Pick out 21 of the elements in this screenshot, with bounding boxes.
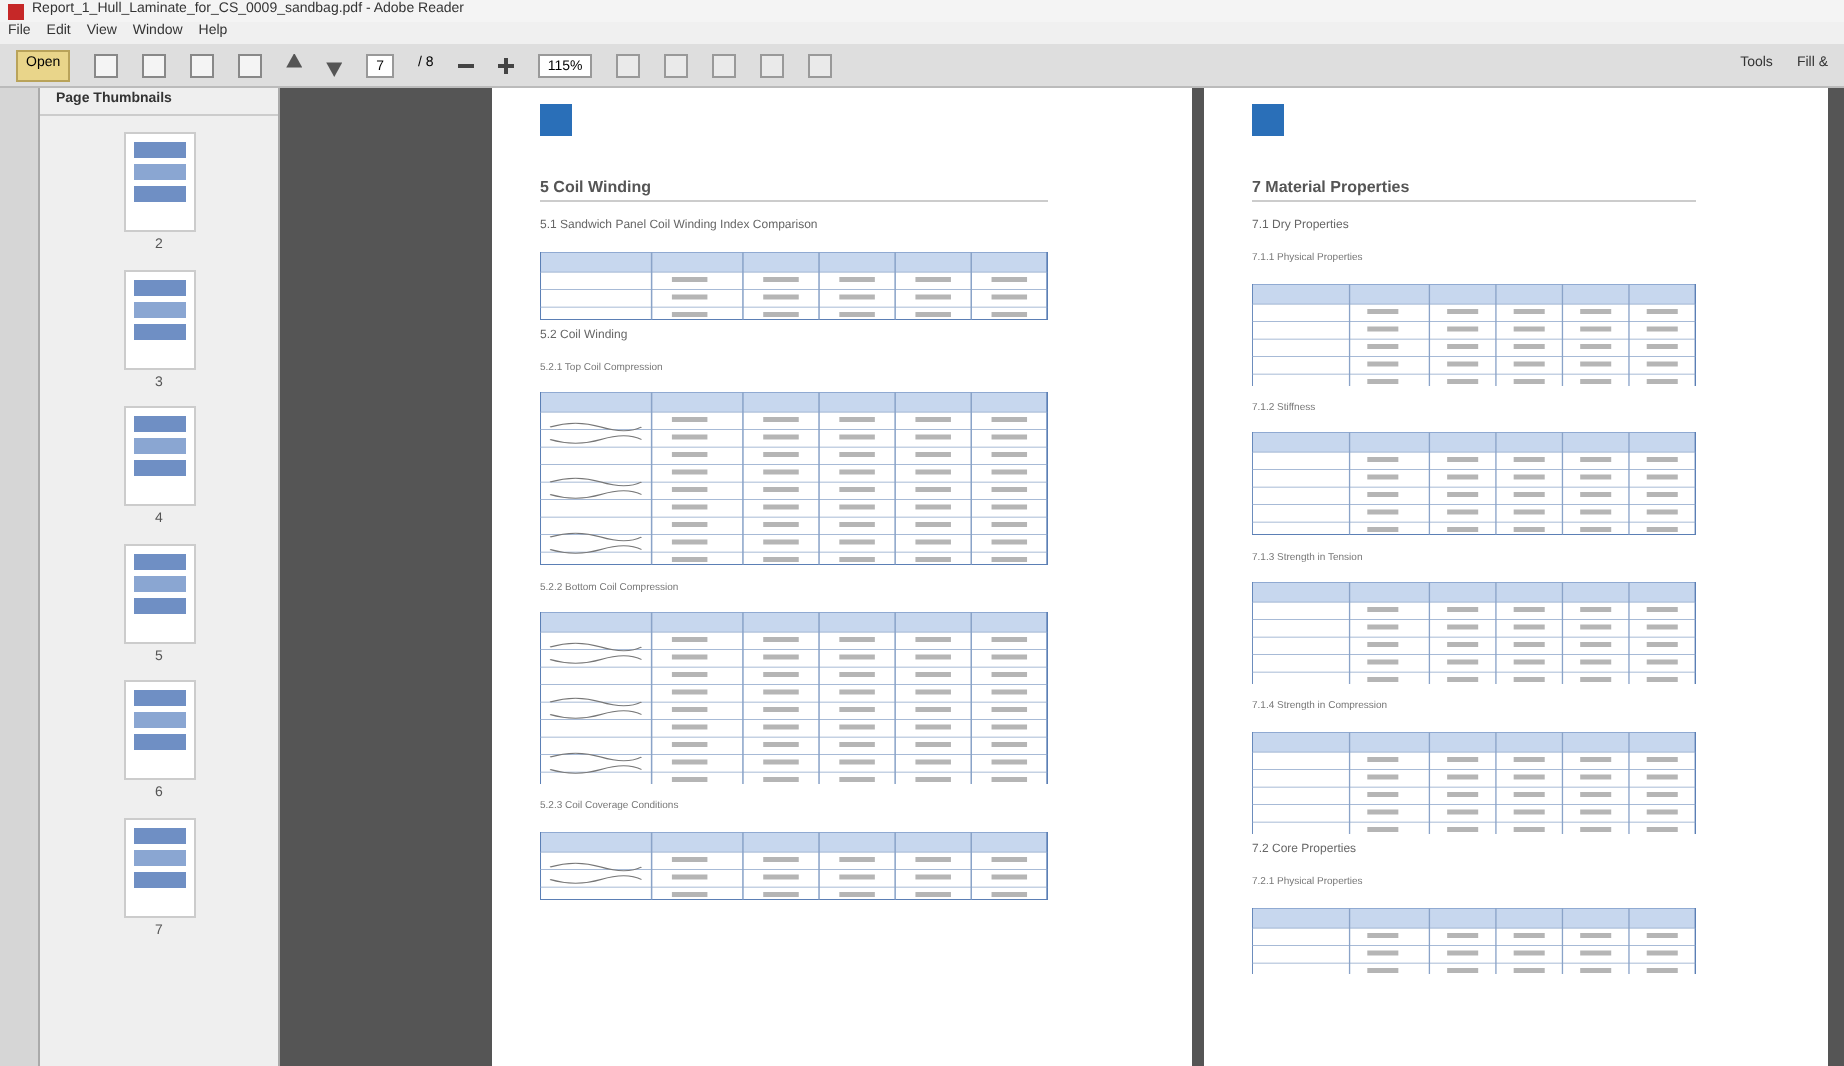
page-thumbnail[interactable] xyxy=(123,680,195,780)
page-thumbnail[interactable] xyxy=(123,269,195,369)
page-thumbnail[interactable] xyxy=(123,543,195,643)
page-thumbnail[interactable] xyxy=(123,817,195,917)
app-icon xyxy=(8,3,24,19)
toolbar-icon[interactable] xyxy=(616,53,641,77)
logo-icon xyxy=(540,104,572,136)
zoom-in-icon[interactable] xyxy=(497,57,514,73)
toolbar-icon[interactable] xyxy=(808,53,833,77)
toolbar-icon[interactable] xyxy=(94,53,119,77)
logo-icon xyxy=(1252,104,1284,136)
section-heading: 7 Material Properties xyxy=(1252,176,1696,202)
page-thumbnail[interactable] xyxy=(123,132,195,232)
toolbar-icon[interactable] xyxy=(664,53,689,77)
toolbar-icon[interactable] xyxy=(142,53,167,77)
page-thumbnail[interactable] xyxy=(123,406,195,506)
toolbar-icon[interactable] xyxy=(712,53,737,77)
section-heading: 5 Coil Winding xyxy=(540,176,1048,202)
toolbar-icon[interactable] xyxy=(760,53,785,77)
toolbar-icon[interactable] xyxy=(238,53,263,77)
toolbar-icon[interactable] xyxy=(190,53,215,77)
